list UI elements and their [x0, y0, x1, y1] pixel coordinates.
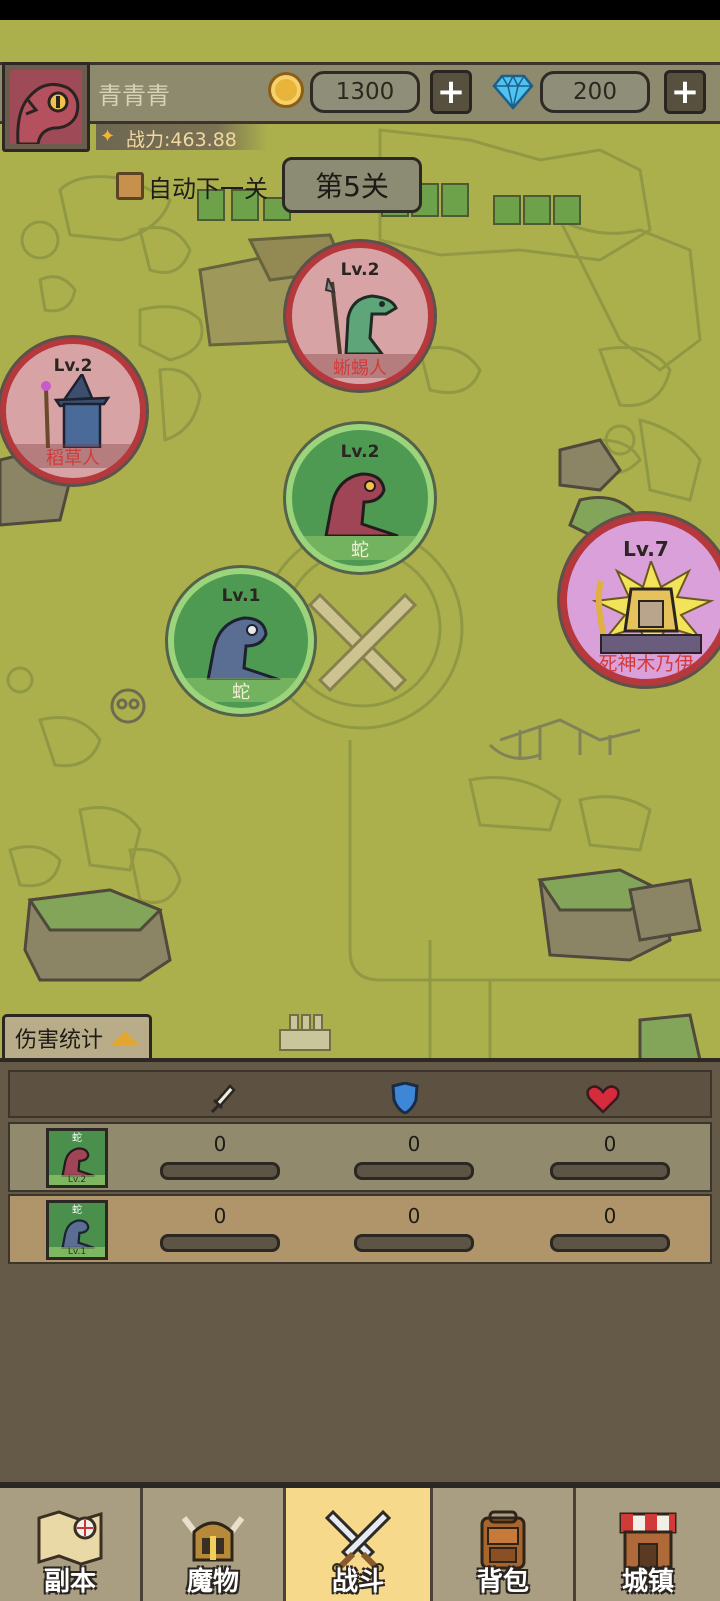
gold-coin-icon	[268, 72, 304, 108]
health-value: 0	[603, 1132, 617, 1156]
nav-label: 副本	[43, 1567, 96, 1597]
red-snake-icon	[324, 472, 399, 536]
nav-label: 魔物	[186, 1567, 239, 1597]
red-snake-icon	[61, 1147, 95, 1177]
unit-portrait-snake-red: 蛇 Lv.2	[46, 1128, 108, 1188]
ally-unit-snake-lv1[interactable]: Lv.1 蛇	[168, 568, 314, 714]
blue-snake-icon	[61, 1219, 95, 1249]
table-row: 蛇 Lv.2 0 0 0	[8, 1122, 712, 1192]
defense-bar	[354, 1234, 474, 1252]
unit-level: Lv.2	[340, 442, 380, 462]
avatar-snake-icon	[10, 70, 82, 144]
damage-stats-label: 伤害统计	[15, 1027, 104, 1053]
nav-label: 背包	[476, 1567, 529, 1597]
damage-stats-toggle[interactable]: 伤害统计	[2, 1014, 152, 1058]
health-bar	[550, 1234, 670, 1252]
mini-unit-name: 蛇	[72, 1205, 82, 1216]
unit-level: Lv.2	[340, 260, 380, 280]
health-value: 0	[603, 1204, 617, 1228]
scarecrow-wizard-icon	[41, 374, 111, 448]
defense-shield-icon	[391, 1082, 419, 1114]
unit-name: 蛇	[351, 540, 369, 561]
lizardman-spear-icon	[324, 278, 398, 354]
bottom-navigation: 副本 魔物 战斗 背包 城镇	[0, 1485, 720, 1601]
power-flame-icon: ✦	[100, 126, 116, 147]
unit-name: 蜥蜴人	[333, 358, 387, 379]
damage-stats-panel: 蛇 Lv.2 0 0 0 蛇 Lv.1 0 0 0	[0, 1058, 720, 1485]
nav-battle[interactable]: 战斗	[286, 1488, 433, 1601]
add-gold-button[interactable]: +	[430, 70, 472, 114]
add-gems-button[interactable]: +	[664, 70, 706, 114]
nav-backpack[interactable]: 背包	[433, 1488, 576, 1601]
ally-unit-snake-lv2[interactable]: Lv.2 蛇	[286, 424, 434, 572]
unit-name: 死神木乃伊	[598, 653, 694, 675]
attack-value: 0	[213, 1132, 227, 1156]
attack-bar	[160, 1162, 280, 1180]
enemy-unit-scarecrow[interactable]: Lv.2 稻草人	[0, 338, 146, 484]
death-mummy-icon	[591, 561, 715, 656]
unit-name: 蛇	[232, 682, 250, 703]
dungeon-map-icon	[37, 1510, 103, 1566]
defense-value: 0	[407, 1204, 421, 1228]
mini-unit-level: Lv.1	[49, 1247, 105, 1257]
mini-unit-name: 蛇	[72, 1133, 82, 1144]
table-row: 蛇 Lv.1 0 0 0	[8, 1194, 712, 1264]
defense-value: 0	[407, 1132, 421, 1156]
defense-bar	[354, 1162, 474, 1180]
nav-town[interactable]: 城镇	[576, 1488, 720, 1601]
diamond-gem-icon	[492, 74, 534, 110]
nav-monsters[interactable]: 魔物	[143, 1488, 286, 1601]
gold-amount: 1300	[310, 71, 420, 113]
chevron-up-icon	[111, 1030, 140, 1045]
unit-name: 稻草人	[46, 448, 100, 469]
combat-power-value: 战力:463.88	[126, 129, 237, 151]
auto-next-label: 自动下一关	[148, 174, 268, 203]
attack-sword-icon	[210, 1084, 236, 1114]
enemy-unit-death-mummy[interactable]: Lv.7 死神木乃伊	[560, 514, 720, 686]
unit-level: Lv.7	[623, 537, 669, 561]
player-avatar[interactable]	[2, 62, 90, 152]
monster-helmet-icon	[181, 1516, 245, 1562]
health-heart-icon	[586, 1085, 620, 1114]
nav-label: 战斗	[331, 1567, 384, 1597]
health-bar	[550, 1162, 670, 1180]
status-bar	[0, 0, 720, 20]
attack-bar	[160, 1234, 280, 1252]
unit-level: Lv.1	[221, 586, 261, 606]
enemy-unit-lizardman[interactable]: Lv.2 蜥蜴人	[286, 242, 434, 390]
player-name: 青青青	[98, 82, 170, 110]
stats-header	[8, 1070, 712, 1118]
nav-label: 城镇	[621, 1567, 674, 1597]
attack-value: 0	[213, 1204, 227, 1228]
gem-amount: 200	[540, 71, 650, 113]
auto-next-toggle[interactable]: 自动下一关	[116, 170, 268, 203]
nav-dungeon[interactable]: 副本	[0, 1488, 143, 1601]
mini-unit-level: Lv.2	[49, 1175, 105, 1185]
unit-level: Lv.2	[53, 356, 93, 376]
stage-indicator[interactable]: 第5关	[282, 157, 422, 213]
blue-snake-icon	[206, 616, 281, 680]
combat-power: ✦ 战力:463.88	[96, 124, 268, 151]
auto-next-checkbox[interactable]	[116, 172, 144, 200]
unit-portrait-snake-blue: 蛇 Lv.1	[46, 1200, 108, 1260]
